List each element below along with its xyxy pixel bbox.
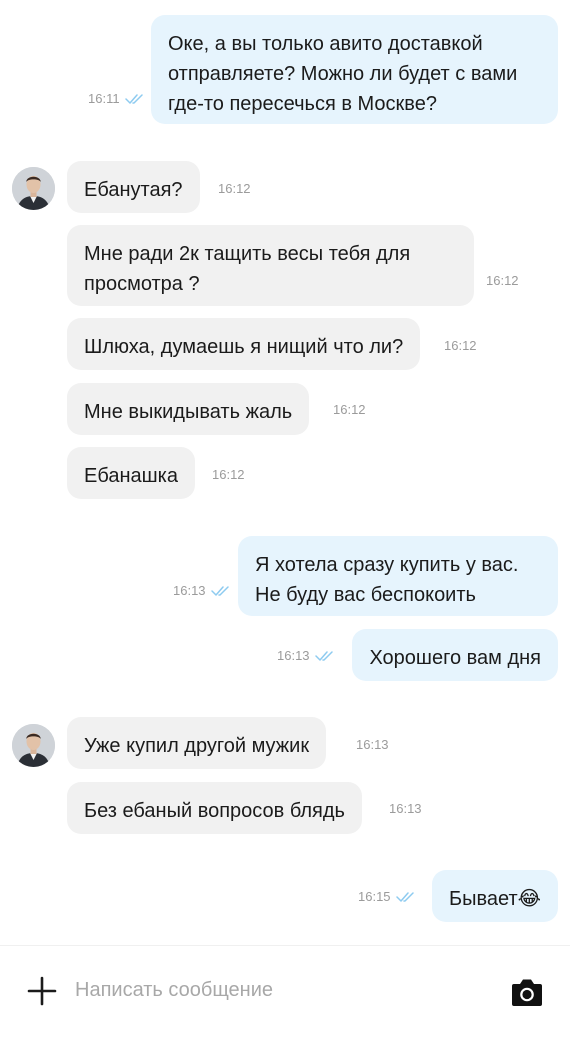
- plus-icon[interactable]: [27, 976, 57, 1006]
- message-timestamp: 16:12: [218, 181, 251, 196]
- message-time: 16:12: [212, 467, 245, 482]
- avatar[interactable]: [12, 167, 55, 210]
- message-timestamp: 16:12: [212, 467, 245, 482]
- read-check-icon: [314, 650, 333, 661]
- incoming-message[interactable]: Мне ради 2к тащить весы тебя для просмот…: [67, 225, 474, 306]
- incoming-message[interactable]: Ебанутая?: [67, 161, 200, 213]
- message-time: 16:13: [173, 583, 206, 598]
- avatar[interactable]: [12, 724, 55, 767]
- outgoing-message[interactable]: Я хотела сразу купить у вас. Не буду вас…: [238, 536, 558, 616]
- camera-icon[interactable]: [511, 977, 543, 1007]
- incoming-message[interactable]: Без ебаный вопросов блядь: [67, 782, 362, 834]
- outgoing-message[interactable]: Хорошего вам дня: [352, 629, 558, 681]
- message-timestamp: 16:12: [333, 402, 366, 417]
- message-time: 16:12: [333, 402, 366, 417]
- message-input[interactable]: [64, 972, 486, 1008]
- incoming-message[interactable]: Мне выкидывать жаль: [67, 383, 310, 435]
- message-timestamp: 16:13: [277, 648, 335, 663]
- message-time: 16:13: [389, 801, 422, 816]
- message-time: 16:12: [218, 181, 251, 196]
- incoming-message[interactable]: Шлюха, думаешь я нищий что ли?: [67, 318, 421, 370]
- message-timestamp: 16:15: [358, 889, 416, 904]
- message-time: 16:11: [88, 91, 120, 106]
- message-time: 16:13: [277, 648, 310, 663]
- message-time: 16:13: [356, 737, 389, 752]
- chat-thread: 16:11 Оке, а вы только авито доставкой о…: [0, 0, 570, 945]
- message-timestamp: 16:13: [173, 583, 231, 598]
- read-check-icon: [124, 93, 143, 104]
- message-composer: [0, 945, 570, 1038]
- read-check-icon: [210, 585, 229, 596]
- message-time: 16:12: [444, 338, 477, 353]
- message-time: 16:12: [486, 273, 519, 288]
- read-check-icon: [395, 891, 414, 902]
- message-timestamp: 16:12: [444, 338, 477, 353]
- message-time: 16:15: [358, 889, 391, 904]
- message-timestamp: 16:12: [486, 273, 519, 288]
- outgoing-message[interactable]: Оке, а вы только авито доставкой отправл…: [151, 15, 558, 124]
- incoming-message[interactable]: Уже купил другой мужик: [67, 717, 327, 769]
- message-timestamp: 16:11: [88, 91, 145, 106]
- incoming-message[interactable]: Ебанашка: [67, 447, 195, 499]
- outgoing-message[interactable]: Бывает😂: [431, 870, 558, 922]
- message-timestamp: 16:13: [389, 801, 422, 816]
- message-timestamp: 16:13: [356, 737, 389, 752]
